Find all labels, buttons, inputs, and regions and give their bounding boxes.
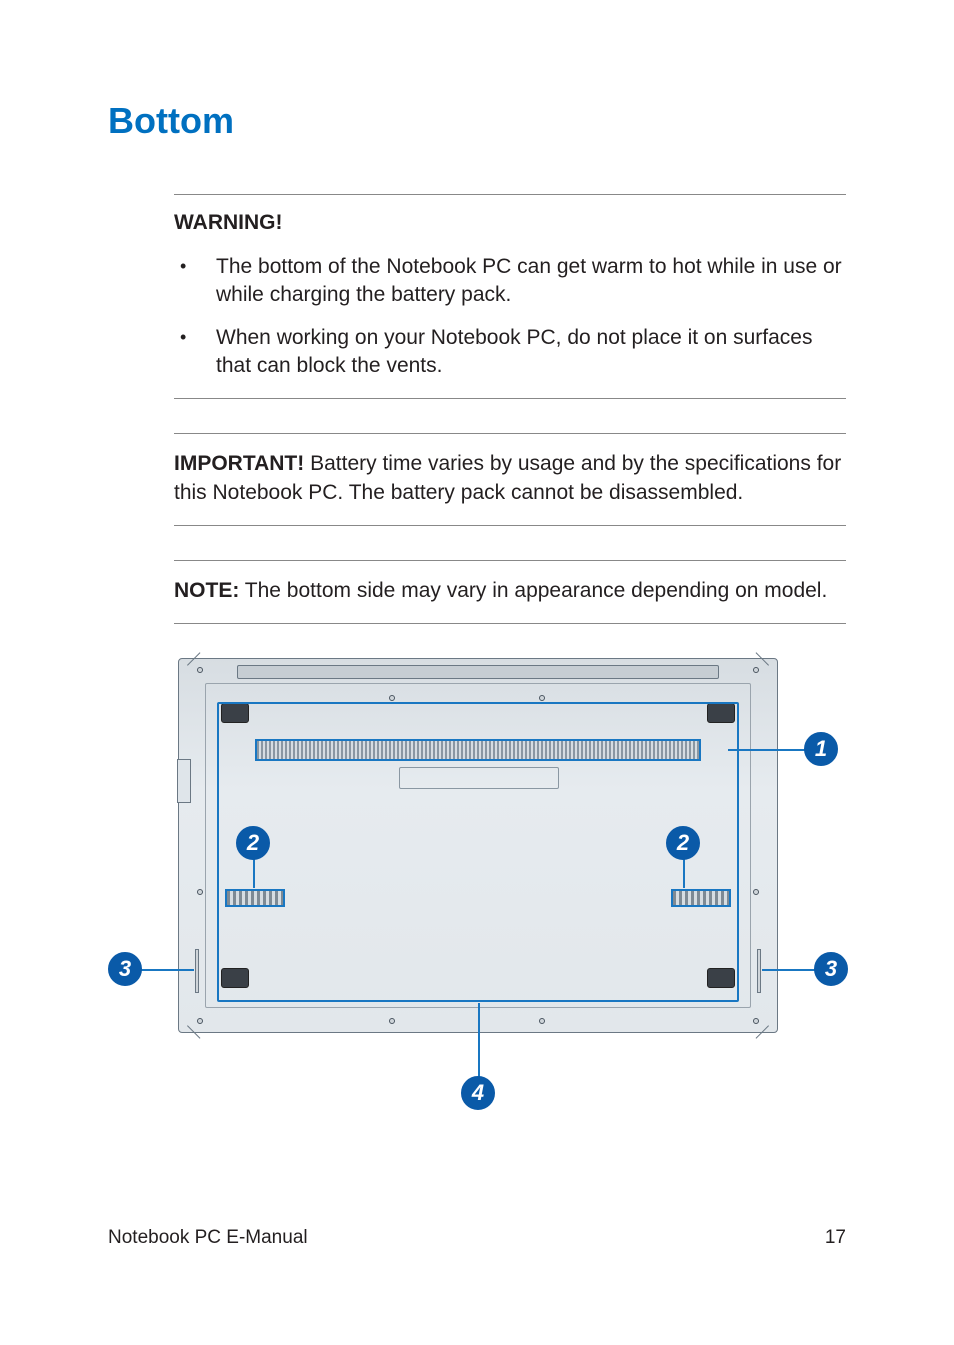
callout-badge-3b: 3 [814,952,848,986]
footer-title: Notebook PC E-Manual [108,1227,308,1249]
note-block: NOTE: The bottom side may vary in appear… [174,560,846,624]
bottom-diagram: 1 2 2 3 3 4 [108,658,848,1138]
leader-line [138,969,194,971]
note-label: NOTE: [174,579,239,602]
important-label: IMPORTANT! [174,452,304,475]
footer-page-number: 17 [825,1227,846,1249]
speaker-left-highlight [225,889,285,907]
side-slit [195,949,199,993]
screw-icon [389,1018,395,1024]
page-heading: Bottom [108,100,846,142]
rubber-foot [707,703,735,723]
callout-badge-1: 1 [804,732,838,766]
small-panel [399,767,559,789]
list-item: When working on your Notebook PC, do not… [174,324,846,381]
list-item: The bottom of the Notebook PC can get wa… [174,253,846,310]
screw-icon [197,889,203,895]
screw-icon [753,667,759,673]
screw-icon [539,1018,545,1024]
rubber-foot [221,968,249,988]
rubber-foot [221,703,249,723]
warning-list: The bottom of the Notebook PC can get wa… [174,253,846,380]
leader-line [762,969,818,971]
leader-line [478,1003,480,1079]
side-notch [177,759,191,803]
warning-bullet-text: When working on your Notebook PC, do not… [216,324,846,381]
rubber-foot [707,968,735,988]
hinge-bar [237,665,719,679]
leader-line [683,858,685,888]
important-block: IMPORTANT! Battery time varies by usage … [174,433,846,526]
speaker-right-highlight [671,889,731,907]
side-slit [757,949,761,993]
warning-block: WARNING! The bottom of the Notebook PC c… [174,194,846,399]
note-text: The bottom side may vary in appearance d… [239,579,827,602]
warning-bullet-text: The bottom of the Notebook PC can get wa… [216,253,846,310]
screw-icon [197,667,203,673]
warning-label: WARNING! [174,211,846,235]
screw-icon [753,889,759,895]
callout-badge-4: 4 [461,1076,495,1110]
callout-badge-3: 3 [108,952,142,986]
air-vent-highlight [255,739,701,761]
leader-line [253,858,255,888]
page-footer: Notebook PC E-Manual 17 [108,1227,846,1249]
leader-line [728,749,806,751]
